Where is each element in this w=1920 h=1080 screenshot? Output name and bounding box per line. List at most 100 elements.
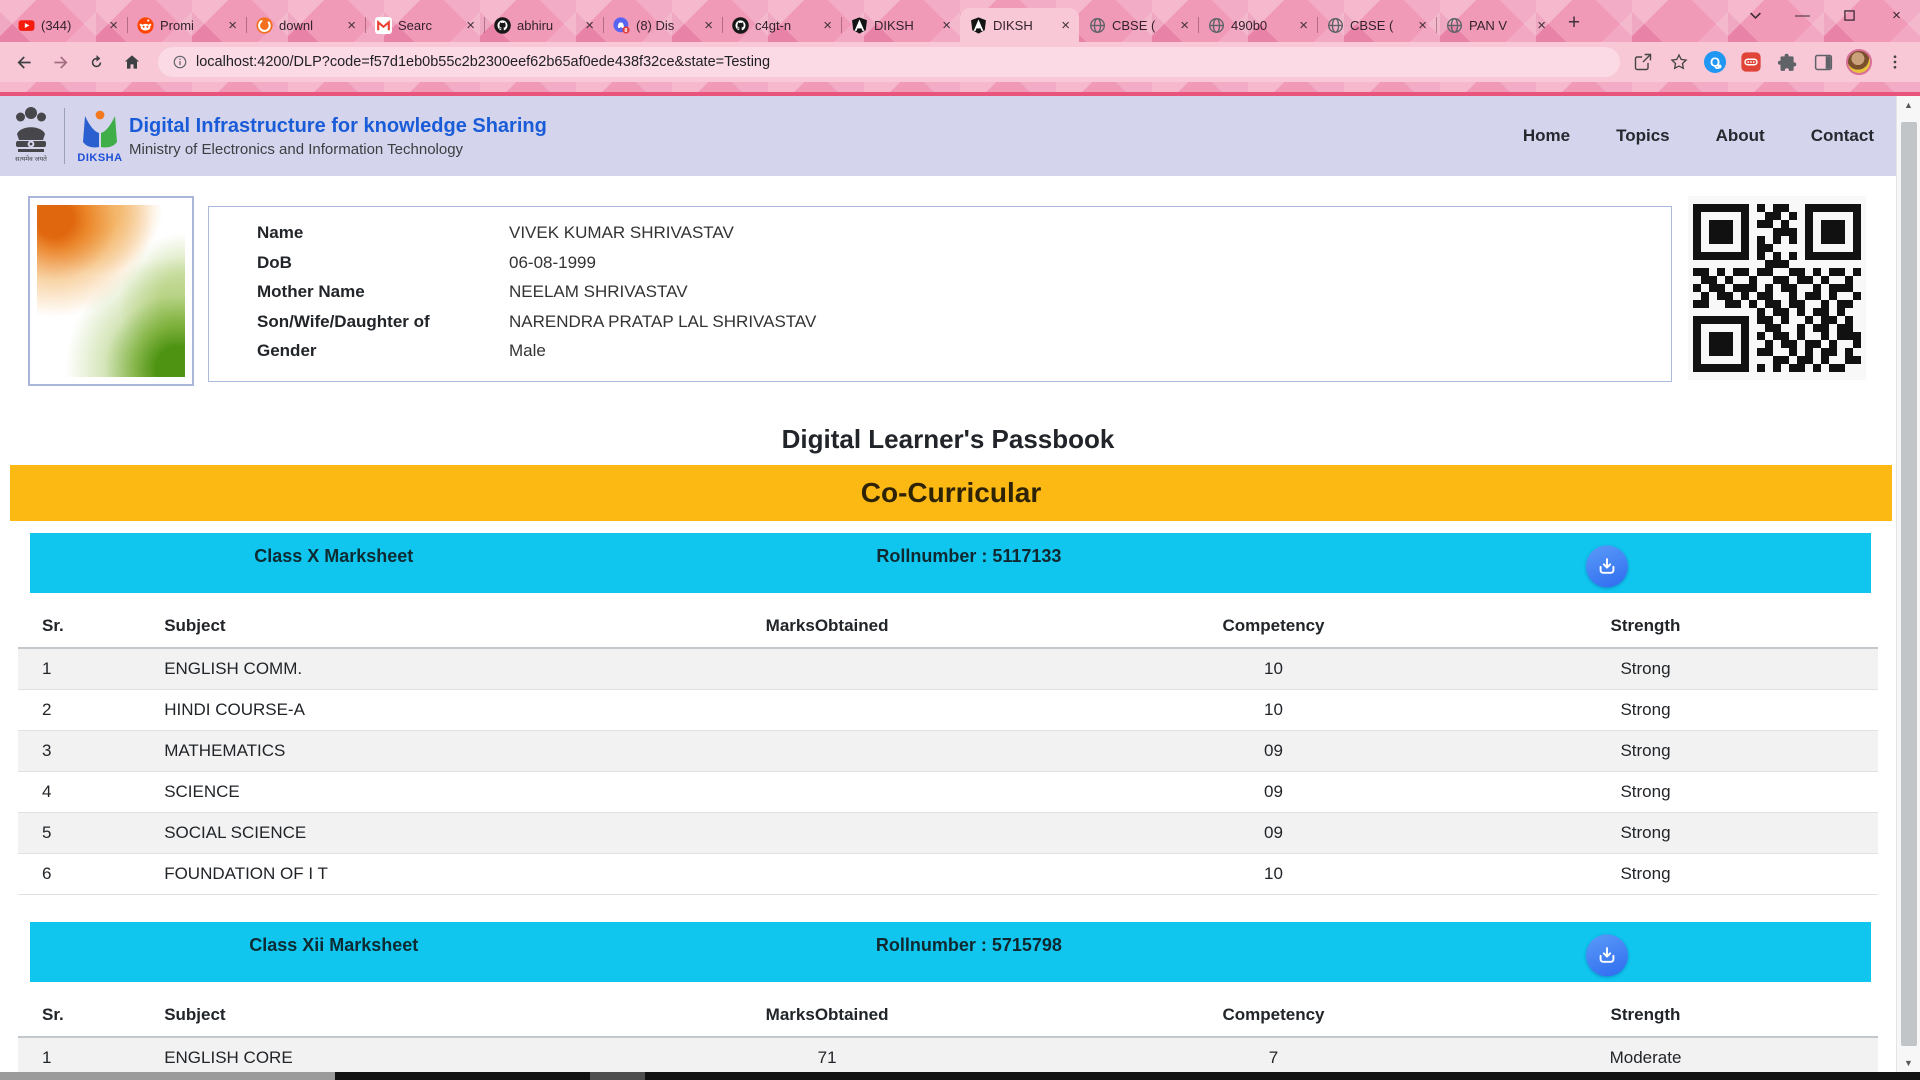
profile-field-label: Son/Wife/Daughter of <box>257 310 509 333</box>
browser-tab-active[interactable]: DIKSH × <box>960 8 1079 42</box>
table-row: 3MATHEMATICS09Strong <box>18 731 1878 772</box>
browser-tab[interactable]: downl× <box>246 8 365 42</box>
extensions-puzzle-icon[interactable] <box>1774 49 1800 75</box>
page-content: NameVIVEK KUMAR SHRIVASTAVDoB06-08-1999M… <box>0 176 1920 1079</box>
diksha-logo: DIKSHA <box>77 109 123 164</box>
site-title: Digital Infrastructure for knowledge Sha… <box>129 115 547 138</box>
site-header: सत्यमेव जयते DIKSHA Digital Infrastructu… <box>0 96 1920 176</box>
profile-field-row: GenderMale <box>257 339 1671 362</box>
vertical-scrollbar-thumb[interactable] <box>1901 122 1917 1046</box>
browser-tab[interactable]: Promi × <box>127 8 246 42</box>
angular-favicon-icon <box>851 17 868 34</box>
nav-item-home[interactable]: Home <box>1523 126 1570 146</box>
table-cell: 09 <box>1134 813 1413 854</box>
nav-item-contact[interactable]: Contact <box>1811 126 1874 146</box>
profile-field-row: NameVIVEK KUMAR SHRIVASTAV <box>257 221 1671 244</box>
minimize-button[interactable]: — <box>1779 0 1826 30</box>
table-cell <box>520 854 1134 895</box>
table-cell <box>520 690 1134 731</box>
table-row: 6FOUNDATION OF I T10Strong <box>18 854 1878 895</box>
tab-close-icon[interactable]: × <box>582 17 597 34</box>
browser-tab[interactable]: PAN V× <box>1436 8 1555 42</box>
github-favicon-icon <box>732 17 749 34</box>
tab-close-icon[interactable]: × <box>1296 17 1311 34</box>
address-bar[interactable]: localhost:4200/DLP?code=f57d1eb0b55c2b23… <box>158 47 1620 77</box>
vertical-scrollbar[interactable]: ▲ ▼ <box>1896 96 1920 1072</box>
window-controls: — × <box>1732 0 1920 42</box>
table-cell: 4 <box>18 772 148 813</box>
download-marksheet-button[interactable] <box>1586 545 1628 587</box>
profile-info-box: NameVIVEK KUMAR SHRIVASTAVDoB06-08-1999M… <box>208 206 1672 382</box>
marksheet-title: Class Xii Marksheet <box>30 935 638 970</box>
marksheet-table: Sr.SubjectMarksObtainedCompetencyStrengt… <box>18 994 1878 1079</box>
browser-tab[interactable]: (344)× <box>8 8 127 42</box>
table-cell: Strong <box>1413 772 1878 813</box>
tab-close-icon[interactable]: × <box>820 17 835 34</box>
download-app-favicon-icon <box>256 17 273 34</box>
browser-tab[interactable]: abhiru× <box>484 8 603 42</box>
tab-search-chevron-icon[interactable] <box>1732 0 1779 30</box>
column-header: Sr. <box>18 994 148 1037</box>
angular-favicon-icon <box>970 17 987 34</box>
reload-button[interactable] <box>80 46 112 78</box>
tab-close-icon[interactable]: × <box>344 17 359 34</box>
profile-field-value: VIVEK KUMAR SHRIVASTAV <box>509 221 734 244</box>
tab-close-icon[interactable]: × <box>225 17 240 34</box>
tab-close-icon[interactable]: × <box>1058 17 1073 34</box>
tab-close-icon[interactable]: × <box>1415 17 1430 34</box>
table-cell: 10 <box>1134 690 1413 731</box>
horizontal-scrollbar-thumb[interactable] <box>0 1072 335 1080</box>
profile-field-label: Mother Name <box>257 280 509 303</box>
close-window-button[interactable]: × <box>1873 0 1920 30</box>
home-button[interactable] <box>116 46 148 78</box>
browser-tab[interactable]: Searc× <box>365 8 484 42</box>
scroll-down-icon[interactable]: ▼ <box>1897 1054 1920 1072</box>
browser-tab[interactable]: CBSE ( × <box>1317 8 1436 42</box>
marksheet-section: Class Xii MarksheetRollnumber : 5715798S… <box>18 922 1878 1079</box>
browser-tab[interactable]: 490b0× <box>1198 8 1317 42</box>
profile-avatar[interactable] <box>1846 49 1872 75</box>
horizontal-scrollbar[interactable] <box>0 1072 1920 1080</box>
table-cell <box>520 648 1134 690</box>
back-button[interactable] <box>8 46 40 78</box>
nav-item-topics[interactable]: Topics <box>1616 126 1670 146</box>
table-cell: 5 <box>18 813 148 854</box>
browser-tab[interactable]: CBSE (× <box>1079 8 1198 42</box>
extension-q-icon[interactable]: Q <box>1702 49 1728 75</box>
reddit-favicon-icon <box>137 17 154 34</box>
tab-label: Promi <box>160 18 219 33</box>
browser-window: (344)×Promi×downl×Searc×abhiru×8(8) Dis×… <box>0 0 1920 96</box>
profile-field-label: Gender <box>257 339 509 362</box>
url-text: localhost:4200/DLP?code=f57d1eb0b55c2b23… <box>196 54 770 70</box>
extension-red-icon[interactable] <box>1738 49 1764 75</box>
tab-close-icon[interactable]: × <box>1534 17 1549 34</box>
table-cell: 10 <box>1134 648 1413 690</box>
tab-close-icon[interactable]: × <box>701 17 716 34</box>
scroll-up-icon[interactable]: ▲ <box>1897 96 1920 114</box>
download-marksheet-button[interactable] <box>1586 934 1628 976</box>
diksha-logo-text: DIKSHA <box>77 152 122 164</box>
tab-label: CBSE ( <box>1350 18 1409 33</box>
horizontal-scrollbar-segment <box>590 1072 645 1080</box>
tab-close-icon[interactable]: × <box>1177 17 1192 34</box>
bookmark-star-icon[interactable] <box>1666 49 1692 75</box>
menu-kebab-icon[interactable] <box>1882 49 1908 75</box>
maximize-button[interactable] <box>1826 0 1873 30</box>
tab-strip-tabs: (344)×Promi×downl×Searc×abhiru×8(8) Dis×… <box>8 0 1555 42</box>
new-tab-button[interactable]: + <box>1559 8 1589 38</box>
tab-close-icon[interactable]: × <box>939 17 954 34</box>
tab-close-icon[interactable]: × <box>463 17 478 34</box>
browser-tab[interactable]: c4gt-n × <box>722 8 841 42</box>
tab-label: DIKSH <box>993 18 1052 33</box>
browser-tab[interactable]: 8(8) Dis× <box>603 8 722 42</box>
tab-close-icon[interactable]: × <box>106 17 121 34</box>
tab-label: c4gt-n <box>755 18 814 33</box>
site-info-icon[interactable] <box>172 54 188 70</box>
share-icon[interactable] <box>1630 49 1656 75</box>
forward-button[interactable] <box>44 46 76 78</box>
nav-item-about[interactable]: About <box>1716 126 1765 146</box>
side-panel-icon[interactable] <box>1810 49 1836 75</box>
toolbar-actions: Q <box>1630 49 1912 75</box>
browser-tab[interactable]: DIKSH× <box>841 8 960 42</box>
column-header: MarksObtained <box>520 605 1134 648</box>
